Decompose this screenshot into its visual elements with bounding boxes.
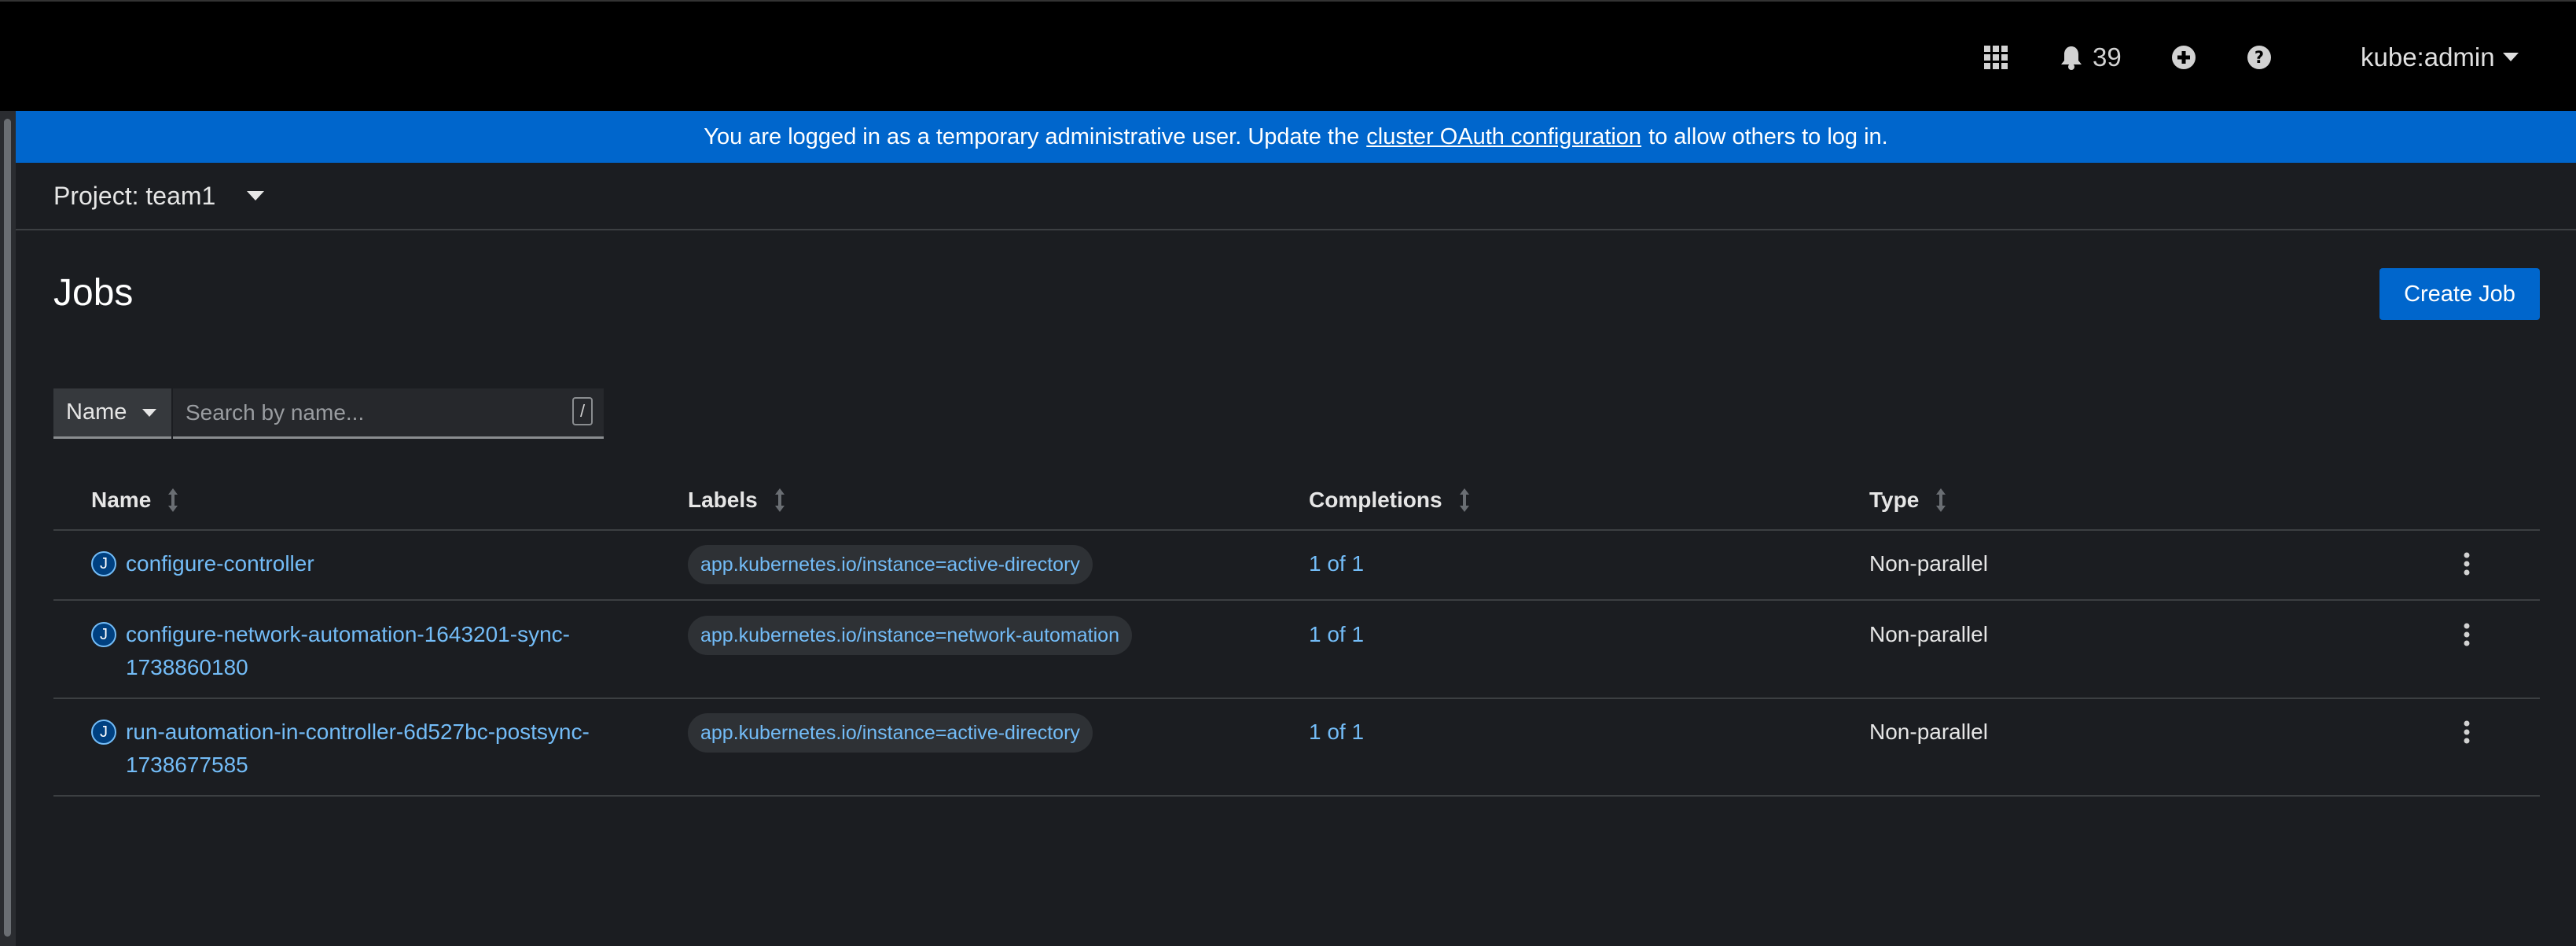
banner-text-after: to allow others to log in. bbox=[1648, 123, 1888, 149]
notifications-button[interactable]: 39 bbox=[2060, 2, 2122, 112]
sort-icon bbox=[168, 488, 178, 512]
cluster-banner: You are logged in as a temporary adminis… bbox=[16, 111, 2576, 163]
shortcut-slash-badge: / bbox=[572, 397, 593, 425]
search-input[interactable] bbox=[186, 399, 547, 425]
completions-link[interactable]: 1 of 1 bbox=[1309, 622, 1364, 647]
page-title: Jobs bbox=[53, 272, 134, 314]
sort-icon bbox=[774, 488, 785, 512]
column-header-type[interactable]: Type bbox=[1869, 488, 1946, 513]
scrollbar-thumb[interactable] bbox=[4, 119, 11, 937]
svg-text:?: ? bbox=[2254, 48, 2264, 67]
kebab-menu-icon[interactable] bbox=[2459, 718, 2475, 746]
column-header-label: Name bbox=[91, 488, 152, 512]
bell-icon bbox=[2061, 46, 2082, 70]
job-name-link[interactable]: configure-network-automation-1643201-syn… bbox=[126, 618, 570, 684]
job-name-line: configure-controller bbox=[126, 551, 314, 576]
job-type: Non-parallel bbox=[1869, 720, 1988, 744]
filter-type-select[interactable]: Name bbox=[53, 388, 171, 439]
job-name-line: 1738860180 bbox=[126, 655, 248, 679]
job-resource-icon: J bbox=[91, 551, 116, 576]
table-header-divider bbox=[53, 529, 2540, 531]
sort-icon bbox=[1936, 488, 1946, 512]
job-name-link[interactable]: run-automation-in-controller-6d527bc-pos… bbox=[126, 716, 590, 782]
job-name-line: 1738677585 bbox=[126, 753, 248, 777]
job-type: Non-parallel bbox=[1869, 551, 1988, 576]
project-selector[interactable]: Project: team1 bbox=[53, 163, 265, 229]
caret-down-icon bbox=[142, 408, 157, 417]
job-name-link[interactable]: configure-controller bbox=[126, 547, 314, 580]
masthead: 39 ? kube:admin bbox=[0, 0, 2576, 111]
label-chip[interactable]: app.kubernetes.io/instance=network-autom… bbox=[688, 616, 1132, 655]
kebab-menu-icon[interactable] bbox=[2459, 550, 2475, 578]
row-divider bbox=[53, 698, 2540, 699]
column-header-label: Type bbox=[1869, 488, 1920, 512]
job-name-line: run-automation-in-controller-6d527bc-pos… bbox=[126, 720, 590, 744]
oauth-config-link[interactable]: cluster OAuth configuration bbox=[1366, 124, 1641, 150]
label-chip[interactable]: app.kubernetes.io/instance=active-direct… bbox=[688, 713, 1093, 753]
row-divider bbox=[53, 795, 2540, 797]
column-header-label: Labels bbox=[688, 488, 758, 512]
completions-link[interactable]: 1 of 1 bbox=[1309, 720, 1364, 745]
caret-down-icon bbox=[2502, 53, 2519, 61]
job-resource-icon: J bbox=[91, 720, 116, 745]
notification-count: 39 bbox=[2093, 42, 2122, 72]
app-launcher-grid-icon[interactable] bbox=[1984, 2, 2008, 112]
user-menu[interactable]: kube:admin bbox=[2361, 2, 2519, 112]
row-divider bbox=[53, 599, 2540, 601]
left-scrollbar[interactable] bbox=[0, 111, 16, 946]
kebab-menu-icon[interactable] bbox=[2459, 620, 2475, 649]
question-circle-icon[interactable]: ? bbox=[2247, 2, 2272, 112]
column-header-labels[interactable]: Labels bbox=[688, 488, 785, 513]
search-box: / bbox=[173, 388, 604, 439]
user-name: kube:admin bbox=[2361, 42, 2495, 72]
create-job-button[interactable]: Create Job bbox=[2379, 268, 2540, 320]
job-name-line: configure-network-automation-1643201-syn… bbox=[126, 622, 570, 646]
caret-down-icon bbox=[247, 191, 265, 201]
column-header-label: Completions bbox=[1309, 488, 1442, 512]
project-label: Project: team1 bbox=[53, 181, 216, 210]
sort-icon bbox=[1459, 488, 1469, 512]
filter-type-label: Name bbox=[66, 399, 127, 425]
job-resource-icon: J bbox=[91, 622, 116, 647]
plus-circle-icon[interactable] bbox=[2171, 2, 2196, 112]
project-bar: Project: team1 bbox=[16, 163, 2576, 230]
column-header-completions[interactable]: Completions bbox=[1309, 488, 1469, 513]
column-header-name[interactable]: Name bbox=[91, 488, 178, 513]
completions-link[interactable]: 1 of 1 bbox=[1309, 551, 1364, 576]
label-chip[interactable]: app.kubernetes.io/instance=active-direct… bbox=[688, 545, 1093, 584]
banner-text-before: You are logged in as a temporary adminis… bbox=[704, 123, 1360, 149]
job-type: Non-parallel bbox=[1869, 622, 1988, 646]
